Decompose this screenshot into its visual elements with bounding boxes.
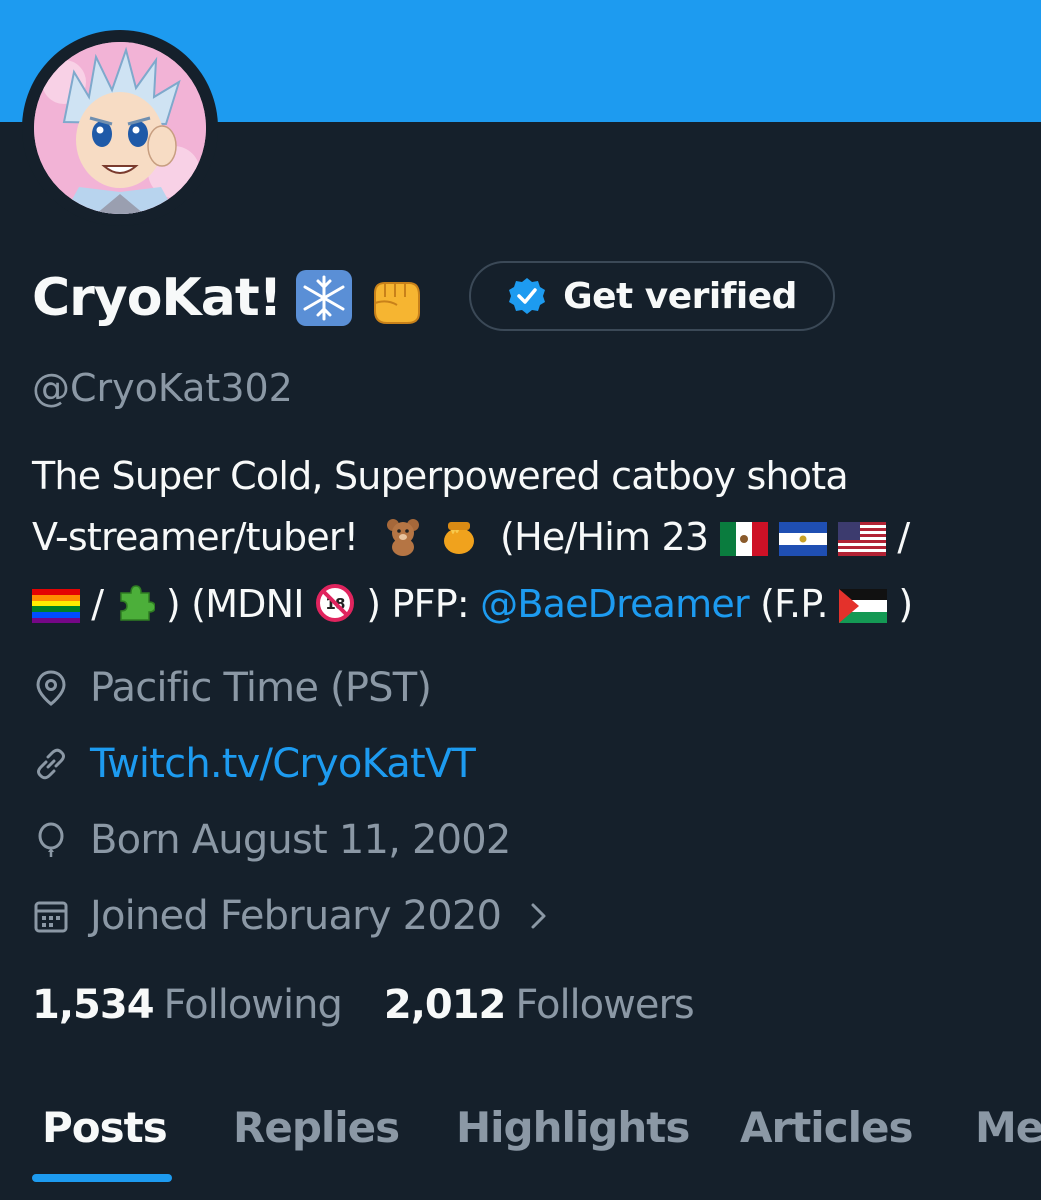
- followers-link[interactable]: 2,012 Followers: [383, 982, 695, 1028]
- mexico-flag-icon: [719, 513, 768, 574]
- profile-tabs: Posts Replies Highlights Articles Me: [0, 1090, 1041, 1200]
- active-tab-indicator: [32, 1174, 172, 1182]
- tab-highlights[interactable]: Highlights: [456, 1090, 690, 1165]
- chevron-right-icon: [531, 903, 546, 929]
- avatar[interactable]: [22, 30, 218, 226]
- snowflake-icon: [295, 269, 353, 327]
- joined-text: Joined February 2020: [90, 893, 502, 939]
- bio-close-paren: ): [898, 582, 913, 626]
- following-label: Following: [163, 982, 343, 1028]
- followers-label: Followers: [515, 982, 694, 1028]
- website-link[interactable]: Twitch.tv/CryoKatVT: [90, 741, 476, 787]
- birthday-row: Born August 11, 2002: [32, 810, 511, 870]
- palestine-flag-icon: [839, 580, 888, 641]
- el-salvador-flag-icon: [778, 513, 827, 574]
- following-count: 1,534: [32, 982, 155, 1028]
- no-one-under-18-icon: 18: [315, 580, 355, 641]
- name-row: CryoKat!: [32, 258, 425, 338]
- tab-media[interactable]: Me: [975, 1090, 1041, 1165]
- bio-streamer-text: V-streamer/tuber!: [32, 515, 359, 559]
- bio-mention-link[interactable]: @BaeDreamer: [480, 582, 749, 626]
- tab-replies[interactable]: Replies: [233, 1090, 400, 1165]
- location-row: Pacific Time (PST): [32, 658, 432, 718]
- joined-row[interactable]: Joined February 2020: [32, 886, 553, 946]
- teddy-bear-icon: [383, 513, 423, 574]
- profile-handle: @CryoKat302: [32, 366, 293, 410]
- bio-line-2: V-streamer/tuber! (He/Him 23 /: [32, 507, 1022, 574]
- calendar-icon: [34, 901, 68, 933]
- get-verified-label: Get verified: [563, 275, 797, 317]
- bio-fp-text: (F.P.: [760, 582, 829, 626]
- bio-line-3: / ) (MDNI 18 ) PFP: @BaeDreamer (F.P. ): [32, 574, 1022, 641]
- puzzle-piece-icon: [115, 580, 156, 641]
- bio-pronouns-text: (He/Him 23: [500, 515, 709, 559]
- avatar-image: [34, 42, 206, 214]
- bio-line-1: The Super Cold, Superpowered catboy shot…: [32, 454, 849, 498]
- bio-mdni-text: ) (MDNI: [165, 582, 305, 626]
- bio-pfp-text: ) PFP:: [366, 582, 469, 626]
- location-pin-icon: [36, 670, 66, 706]
- fist-icon: [367, 269, 425, 327]
- website-row: Twitch.tv/CryoKatVT: [32, 734, 476, 794]
- display-name: CryoKat!: [32, 268, 282, 328]
- tab-articles[interactable]: Articles: [740, 1090, 913, 1165]
- profile-bio: The Super Cold, Superpowered catboy shot…: [32, 446, 1022, 641]
- follow-stats: 1,534 Following 2,012 Followers: [32, 975, 695, 1035]
- get-verified-button[interactable]: Get verified: [469, 261, 835, 331]
- usa-flag-icon: [838, 513, 887, 574]
- honey-pot-icon: [439, 513, 479, 574]
- rainbow-flag-icon: [32, 580, 80, 641]
- bio-slash-1: /: [897, 515, 910, 559]
- bio-slash-2: /: [91, 582, 104, 626]
- verified-badge-icon: [509, 278, 546, 314]
- following-link[interactable]: 1,534 Following: [32, 982, 343, 1028]
- birthday-text: Born August 11, 2002: [90, 817, 511, 863]
- link-icon: [37, 748, 65, 780]
- tab-posts[interactable]: Posts: [42, 1090, 168, 1165]
- location-text: Pacific Time (PST): [90, 665, 432, 711]
- profile-page: CryoKat! Get verified @CryoKat302 The Su…: [0, 0, 1041, 1200]
- followers-count: 2,012: [383, 982, 507, 1028]
- balloon-icon: [38, 822, 64, 857]
